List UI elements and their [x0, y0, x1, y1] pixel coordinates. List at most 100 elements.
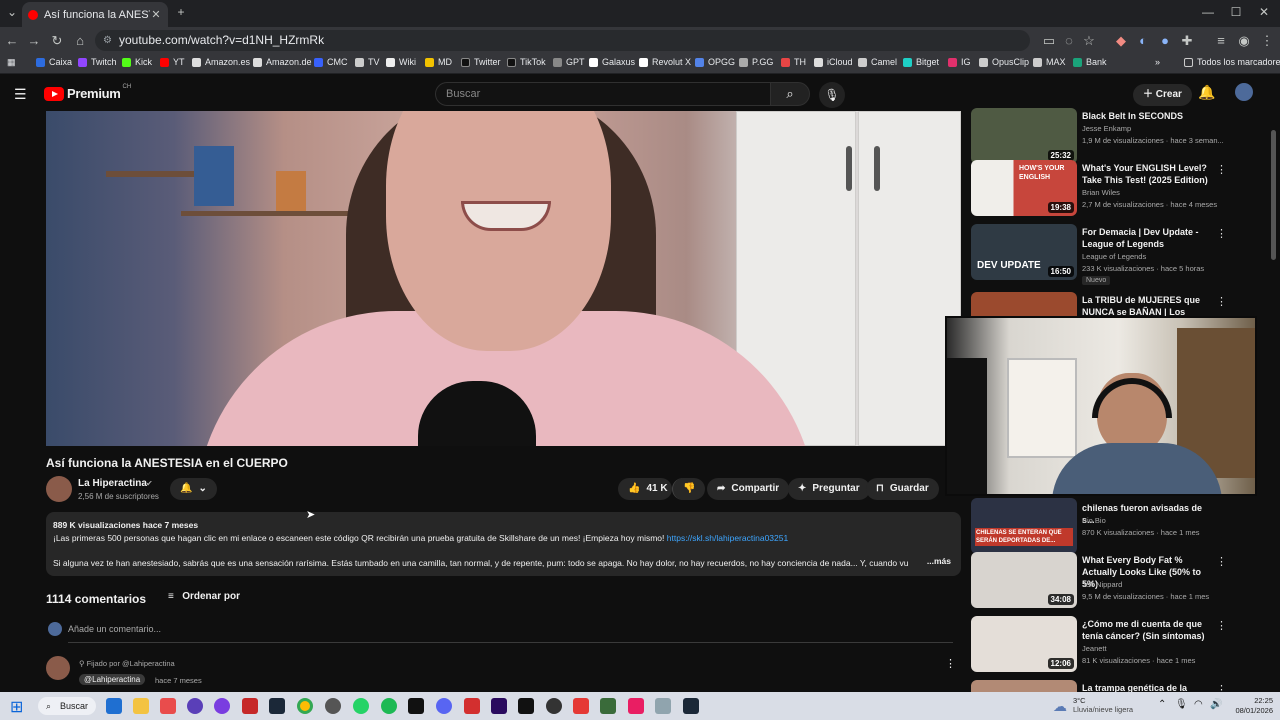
video-thumbnail[interactable]: 12:06	[971, 616, 1077, 672]
video-menu-icon[interactable]: ⋮	[1216, 555, 1227, 568]
bookmark-yt[interactable]: YT	[160, 57, 185, 67]
add-comment-input[interactable]: Añade un comentario...	[68, 624, 953, 643]
bookmark-camel[interactable]: Camel	[858, 57, 897, 67]
app-icon[interactable]	[160, 698, 176, 714]
reload-icon[interactable]: ↻	[48, 32, 66, 50]
recommended-title[interactable]: What's Your ENGLISH Level? Take This Tes…	[1082, 162, 1212, 186]
discord-icon[interactable]	[436, 698, 452, 714]
home-icon[interactable]: ⌂	[71, 32, 89, 50]
channel-avatar[interactable]	[46, 476, 72, 502]
recommended-video[interactable]: HOW'S YOUR ENGLISH 19:38 What's Your ENG…	[971, 160, 1271, 216]
bookmark-pgg[interactable]: P.GG	[739, 57, 773, 67]
video-menu-icon[interactable]: ⋮	[1216, 683, 1227, 692]
video-menu-icon[interactable]: ⋮	[1216, 163, 1227, 176]
hamburger-menu-icon[interactable]: ☰	[14, 86, 27, 103]
app-icon[interactable]	[573, 698, 589, 714]
maximize-icon[interactable]: ☐	[1227, 5, 1245, 19]
eye-off-icon[interactable]: ◌	[1060, 32, 1078, 50]
app-icon[interactable]	[187, 698, 203, 714]
cast-icon[interactable]: ▭	[1040, 32, 1058, 50]
star-icon[interactable]: ☆	[1080, 32, 1098, 50]
app-icon[interactable]	[600, 698, 616, 714]
site-info-icon[interactable]: ⚙	[103, 30, 112, 51]
video-menu-icon[interactable]: ⋮	[1216, 295, 1227, 308]
chatgpt-icon[interactable]	[325, 698, 341, 714]
bookmark-amazon-de[interactable]: Amazon.de	[253, 57, 312, 67]
bookmark-galaxus[interactable]: Galaxus	[589, 57, 635, 67]
recommended-title[interactable]: For Demacia | Dev Update - League of Leg…	[1082, 226, 1212, 250]
chrome-icon[interactable]	[297, 698, 313, 714]
weather-widget[interactable]: 3°C Lluvia/nieve ligera	[1073, 696, 1133, 714]
tiktok-icon[interactable]	[408, 698, 424, 714]
recommended-video[interactable]: DEV UPDATE 16:50 For Demacia | Dev Updat…	[971, 224, 1271, 285]
recommended-video[interactable]: CHILENAS SE ENTERAN QUE SERÁN DEPORTADAS…	[971, 498, 1271, 554]
bookmark-bitget[interactable]: Bitget	[903, 57, 939, 67]
recommended-title[interactable]: La trampa genética de la	[1082, 682, 1212, 692]
search-input[interactable]: Buscar	[435, 82, 770, 106]
video-menu-icon[interactable]: ⋮	[1216, 619, 1227, 632]
search-button[interactable]: ⌕	[770, 82, 810, 106]
recommended-channel[interactable]: Jeanett	[1082, 644, 1107, 653]
close-window-icon[interactable]: ✕	[1255, 5, 1273, 19]
commenter-avatar[interactable]	[46, 656, 70, 680]
description-box[interactable]: 889 K visualizaciones hace 7 meses ¡Las …	[46, 512, 961, 576]
profile-avatar-icon[interactable]: ◉	[1235, 32, 1253, 50]
video-thumbnail[interactable]: CHILENAS SE ENTERAN QUE SERÁN DEPORTADAS…	[971, 498, 1077, 554]
video-menu-icon[interactable]: ⋮	[1216, 227, 1227, 240]
menu-kebab-icon[interactable]: ⋮	[1258, 32, 1276, 50]
recommended-video[interactable]: La TRIBU de MUJERES que NUNCA se BAÑAN |…	[971, 292, 1271, 316]
subscription-bell-button[interactable]: 🔔 ⌄	[170, 478, 217, 500]
whatsapp-icon[interactable]	[353, 698, 369, 714]
recommended-video[interactable]: 12:06 ¿Cómo me di cuenta de que tenía cá…	[971, 616, 1271, 672]
channel-name[interactable]: La Hiperactina	[78, 478, 147, 489]
bookmark-max[interactable]: MAX	[1033, 57, 1066, 67]
bookmark-kick[interactable]: Kick	[122, 57, 152, 67]
calculator-icon[interactable]	[655, 698, 671, 714]
close-tab-icon[interactable]: ✕	[150, 8, 162, 21]
minimize-icon[interactable]: —	[1199, 5, 1217, 19]
all-bookmarks-folder[interactable]: Todos los marcadores	[1184, 57, 1280, 67]
app-icon[interactable]	[214, 698, 230, 714]
steam-icon[interactable]	[269, 698, 285, 714]
app-icon[interactable]	[242, 698, 258, 714]
notifications-bell-icon[interactable]: 🔔	[1198, 84, 1215, 101]
bookmark-wiki[interactable]: Wiki	[386, 57, 416, 67]
skillshare-link[interactable]: https://skl.sh/lahiperactina03251	[667, 533, 788, 543]
bookmark-md[interactable]: MD	[425, 57, 452, 67]
share-button[interactable]: ➦ Compartir	[707, 478, 790, 500]
extension-icon[interactable]: ●	[1156, 32, 1174, 50]
show-more-link[interactable]: ...más	[927, 555, 951, 568]
video-thumbnail[interactable]: 25:32	[971, 108, 1077, 164]
create-button[interactable]: ＋ Crear	[1133, 84, 1192, 106]
taskview-icon[interactable]	[106, 698, 122, 714]
wifi-icon[interactable]: ◠	[1194, 699, 1203, 710]
new-tab-icon[interactable]: +	[172, 5, 190, 19]
bookmark-ig[interactable]: IG	[948, 57, 971, 67]
app-icon[interactable]	[628, 698, 644, 714]
youtube-premium-logo[interactable]: Premium CH	[44, 84, 131, 101]
recommended-channel[interactable]: Jesse Enkamp	[1082, 124, 1131, 133]
tab-youtube[interactable]: Así funciona la ANESTESIA en el ✕	[22, 2, 168, 27]
bookmark-twitch[interactable]: Twitch	[78, 57, 117, 67]
bookmark-revolut[interactable]: Revolut X	[639, 57, 691, 67]
bookmark-amazon-es[interactable]: Amazon.es	[192, 57, 250, 67]
recommended-channel[interactable]: League of Legends	[1082, 252, 1146, 261]
recommended-channel[interactable]: Bio Bio	[1082, 516, 1106, 525]
recommended-title[interactable]: La TRIBU de MUJERES que NUNCA se BAÑAN |…	[1082, 294, 1212, 316]
save-button[interactable]: ⊓ Guardar	[866, 478, 939, 500]
file-explorer-icon[interactable]	[133, 698, 149, 714]
weather-icon[interactable]: ☁	[1053, 698, 1067, 715]
bookmark-gpt[interactable]: GPT	[553, 57, 585, 67]
obs-icon[interactable]	[546, 698, 562, 714]
video-thumbnail[interactable]: 34:08	[971, 552, 1077, 608]
sort-comments-button[interactable]: ≡ Ordenar por	[168, 591, 240, 602]
tray-chevron-icon[interactable]: ⌃	[1158, 699, 1166, 710]
video-player[interactable]	[46, 111, 961, 446]
bookmark-th[interactable]: TH	[781, 57, 806, 67]
clock[interactable]: 22:25 08/01/2026	[1228, 696, 1273, 716]
back-icon[interactable]: ←	[3, 32, 21, 50]
ask-button[interactable]: ✦ Preguntar	[788, 478, 870, 500]
extension-icon[interactable]: ◐	[1134, 32, 1152, 50]
dislike-button[interactable]: 👎	[672, 478, 706, 500]
recommended-video[interactable]: La trampa genética de la ⋮	[971, 680, 1271, 692]
